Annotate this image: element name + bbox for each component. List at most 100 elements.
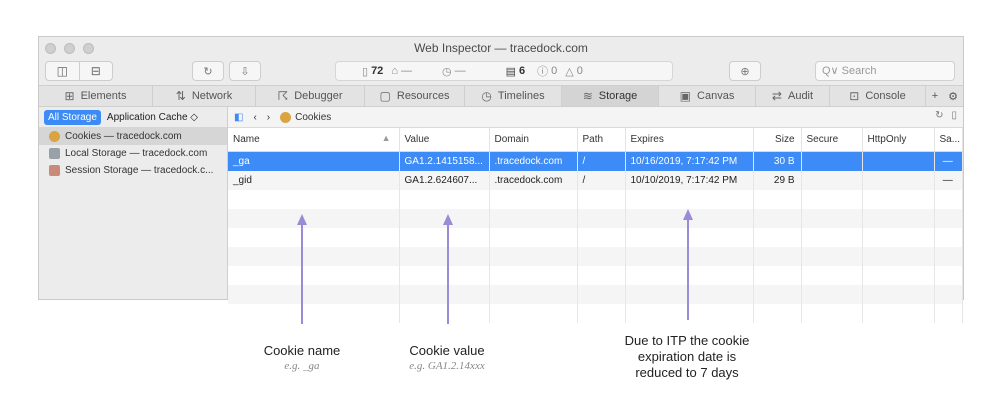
table-cell (862, 266, 935, 285)
sidebar-item[interactable]: Cookies — tracedock.com (39, 128, 227, 145)
column-header[interactable]: Name ▲ (228, 128, 400, 152)
tab-resources[interactable]: ▢ Resources (365, 86, 465, 106)
table-cell (489, 285, 578, 304)
cookie-icon (49, 131, 60, 142)
table-row (228, 266, 963, 285)
table-cell: _ga (228, 151, 400, 171)
table-cell (753, 266, 802, 285)
column-header[interactable]: Path (577, 128, 626, 152)
table-cell (625, 266, 754, 285)
storage-sidebar: All Storage Application Cache ◇ Cookies … (39, 107, 228, 299)
cookie-table: Name ▲ Value Domain Path Expires Size Secure Htt… (228, 128, 963, 323)
table-cell: 10/16/2019, 7:17:42 PM (625, 151, 754, 171)
activity-summary[interactable]: ▯ 72 ⌂ — ◷ — ▤ 6 ⓘ 0 △ 0 (335, 61, 673, 81)
table-row (228, 190, 963, 209)
timelines-icon: ◷ (481, 89, 492, 103)
sidebar-item[interactable]: Session Storage — tracedock.c... (39, 162, 227, 179)
caption-value-title: Cookie value (409, 343, 485, 358)
column-header[interactable]: Size (753, 128, 802, 152)
table-cell (801, 151, 863, 171)
console-icon: ⊡ (849, 89, 860, 103)
sidebar-item-label: Local Storage — tracedock.com (65, 148, 208, 159)
table-cell (625, 247, 754, 266)
table-cell (625, 304, 754, 323)
refresh-icon[interactable]: ↻ (935, 110, 943, 121)
content-area: All Storage Application Cache ◇ Cookies … (39, 107, 963, 323)
tab-console[interactable]: ⊡ Console (830, 86, 926, 106)
local-storage-icon (49, 148, 60, 159)
caption-cookie-name: Cookie name e.g. _ga (232, 343, 372, 372)
details-sidebar-icon[interactable]: ▯ (951, 110, 957, 121)
table-cell (577, 209, 626, 228)
filter-all-storage[interactable]: All Storage (44, 109, 101, 125)
canvas-icon: ▣ (679, 89, 692, 103)
tab-timelines[interactable]: ◷ Timelines (465, 86, 562, 106)
window-title: Web Inspector — tracedock.com (414, 41, 588, 55)
tab-debugger[interactable]: ☈ Debugger (256, 86, 365, 106)
column-header[interactable]: Domain (489, 128, 578, 152)
cookie-icon (280, 111, 292, 123)
table-cell (934, 266, 963, 285)
sidebar-toggle-icon[interactable]: ◧ (234, 112, 243, 123)
table-cell (399, 266, 490, 285)
table-cell (801, 209, 863, 228)
filter-application-cache[interactable]: Application Cache ◇ (107, 112, 198, 123)
column-header[interactable]: Sa... (934, 128, 963, 152)
table-row[interactable]: _gid GA1.2.624607... .tracedock.com/10/10/… (228, 171, 963, 190)
table-cell (228, 247, 400, 266)
table-cell (228, 304, 400, 323)
table-cell (862, 209, 935, 228)
column-header[interactable]: Expires (625, 128, 754, 152)
download-button[interactable]: ⇩ (229, 61, 261, 81)
arrow-expires (687, 219, 689, 320)
column-header[interactable]: Secure (801, 128, 863, 152)
tab-elements[interactable]: ⊞ Elements (39, 86, 153, 106)
table-row[interactable]: _ga GA1.2.1415158... .tracedock.com/10/16/… (228, 151, 963, 171)
tab-storage[interactable]: ≋ Storage (562, 86, 659, 106)
table-cell (753, 247, 802, 266)
back-icon[interactable]: ‹ (253, 112, 256, 123)
tab-add-icon[interactable]: + (926, 86, 944, 106)
cookie-panel: ◧ ‹ › Cookies ↻ ▯ Name ▲ Value Domain Path Ex… (228, 107, 963, 323)
table-cell (862, 304, 935, 323)
table-cell: / (577, 151, 626, 171)
tab-settings-icon[interactable]: ⚙ (944, 86, 962, 106)
tab-label: Console (865, 90, 906, 102)
dock-side-icon[interactable]: ◫ (46, 62, 80, 80)
table-cell (801, 266, 863, 285)
sidebar-item-label: Session Storage — tracedock.c... (65, 165, 214, 176)
tab-label: Audit (787, 90, 814, 102)
tab-audit[interactable]: ⇄ Audit (756, 86, 830, 106)
column-header[interactable]: Value (399, 128, 490, 152)
download-icon: ⇩ (240, 65, 250, 78)
panel-actions: ↻ ▯ (935, 110, 957, 121)
table-cell (399, 247, 490, 266)
breadcrumb[interactable]: Cookies (280, 111, 331, 123)
sidebar-item-label: Cookies — tracedock.com (65, 131, 182, 142)
reload-button[interactable]: ↻ (192, 61, 224, 81)
column-header[interactable]: HttpOnly (862, 128, 935, 152)
table-cell (228, 285, 400, 304)
table-cell (399, 228, 490, 247)
element-selector-button[interactable]: ⊕ (729, 61, 761, 81)
table-cell: — (934, 151, 963, 171)
forward-icon[interactable]: › (267, 112, 270, 123)
toolbar: ◫ ⊟ ↻ ⇩ ▯ 72 ⌂ — ◷ — ▤ 6 ⓘ 0 △ 0 ⊕ Q∨ Search (39, 59, 963, 85)
session-storage-icon (49, 165, 60, 176)
table-cell (862, 151, 935, 171)
sidebar-item[interactable]: Local Storage — tracedock.com (39, 145, 227, 162)
tab-canvas[interactable]: ▣ Canvas (659, 86, 756, 106)
debugger-icon: ☈ (277, 89, 289, 103)
tab-network[interactable]: ⇅ Network (153, 86, 256, 106)
layout-toggle[interactable]: ◫ ⊟ (45, 61, 113, 81)
caption-value-example: e.g. GA1.2.14xxx (409, 360, 485, 372)
tab-bar: ⊞ Elements ⇅ Network ☈ Debugger ▢ Resources ◷ Tim… (39, 85, 963, 107)
table-cell (934, 285, 963, 304)
dock-bottom-icon[interactable]: ⊟ (80, 62, 113, 80)
table-cell (801, 190, 863, 209)
table-row (228, 247, 963, 266)
table-cell (862, 247, 935, 266)
table-cell (489, 228, 578, 247)
size-value: — (400, 65, 412, 77)
search-input[interactable]: Q∨ Search (815, 61, 955, 81)
